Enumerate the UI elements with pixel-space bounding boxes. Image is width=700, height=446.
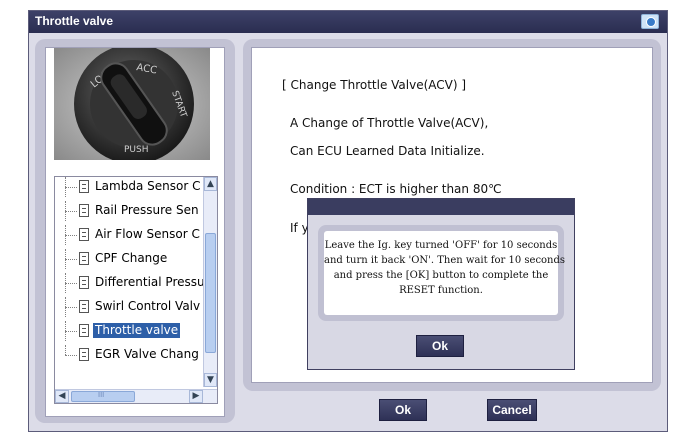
tree-item[interactable]: Rail Pressure Sen xyxy=(55,201,215,221)
document-icon xyxy=(79,324,89,337)
throttle-valve-window: Throttle valve ACC START PUSH Lambda Sen… xyxy=(28,10,668,432)
tree-connector xyxy=(65,211,77,212)
dialog-message-frame: Leave the Ig. key turned 'OFF' for 10 se… xyxy=(318,225,566,321)
tree-item-label: Lambda Sensor C xyxy=(95,179,201,193)
procedure-tree[interactable]: Lambda Sensor C Rail Pressure Sen Air Fl… xyxy=(54,176,218,404)
dialog-ok-button[interactable]: Ok xyxy=(416,335,464,357)
document-icon xyxy=(79,204,89,217)
document-icon xyxy=(79,252,89,265)
content-line-2: Can ECU Learned Data Initialize. xyxy=(290,144,485,158)
tree-item-label: Rail Pressure Sen xyxy=(95,203,199,217)
window-title: Throttle valve xyxy=(35,14,114,28)
horizontal-scroll-thumb[interactable]: III xyxy=(71,391,135,402)
dialog-message-line: RESET function. xyxy=(399,285,483,296)
tree-connector xyxy=(65,259,77,260)
tree-item-throttle-valve[interactable]: Throttle valve xyxy=(55,321,215,341)
scroll-left-arrow-icon[interactable]: ◀ xyxy=(55,390,69,403)
vertical-scrollbar[interactable]: ▲ ▼ xyxy=(203,177,217,387)
tree-item-label: Differential Pressu xyxy=(95,275,205,289)
dialog-message-line: and turn it back 'ON'. Then wait for 10 … xyxy=(324,255,566,266)
content-line-1: A Change of Throttle Valve(ACV), xyxy=(290,116,489,130)
dialog-message-line: Leave the Ig. key turned 'OFF' for 10 se… xyxy=(324,240,558,251)
ignition-key-image: LOCK ACC START PUSH xyxy=(54,48,210,160)
content-partial-line: If y xyxy=(290,221,309,235)
scroll-down-arrow-icon[interactable]: ▼ xyxy=(204,373,217,387)
dialog-title-bar xyxy=(308,199,574,215)
tree-connector xyxy=(65,235,77,236)
document-icon xyxy=(79,180,89,193)
tree-item-label: Air Flow Sensor C xyxy=(95,227,200,241)
tree-item[interactable]: Differential Pressu xyxy=(55,273,215,293)
document-icon xyxy=(79,300,89,313)
tree-item[interactable]: EGR Valve Chang xyxy=(55,345,215,365)
tree-connector xyxy=(65,331,77,332)
title-bar: Throttle valve xyxy=(29,11,667,33)
left-panel-inner: LOCK ACC START PUSH Lambda xyxy=(45,47,225,417)
ok-button[interactable]: Ok xyxy=(379,399,427,421)
horizontal-scrollbar[interactable]: ◀ III ▶ xyxy=(55,389,217,403)
right-panel: [ Change Throttle Valve(ACV) ] A Change … xyxy=(243,39,661,391)
tree-item-label: EGR Valve Chang xyxy=(95,347,199,361)
ignition-key-svg: LOCK ACC START PUSH xyxy=(54,48,210,160)
document-icon xyxy=(79,276,89,289)
content-area: [ Change Throttle Valve(ACV) ] A Change … xyxy=(251,47,653,383)
scroll-grip: III xyxy=(98,391,105,399)
tree-connector xyxy=(65,283,77,284)
tree-item[interactable]: Air Flow Sensor C xyxy=(55,225,215,245)
dialog-message: Leave the Ig. key turned 'OFF' for 10 se… xyxy=(324,231,566,315)
reset-message-dialog: Leave the Ig. key turned 'OFF' for 10 se… xyxy=(307,198,575,370)
tree-item[interactable]: Swirl Control Valv xyxy=(55,297,215,317)
vertical-scroll-thumb[interactable] xyxy=(205,233,216,353)
content-condition: Condition : ECT is higher than 80℃ xyxy=(290,182,502,196)
scroll-up-arrow-icon[interactable]: ▲ xyxy=(204,177,217,191)
tree-item[interactable]: CPF Change xyxy=(55,249,215,269)
tree-connector xyxy=(65,187,77,188)
tree-item[interactable]: Lambda Sensor C xyxy=(55,177,215,197)
document-icon xyxy=(79,228,89,241)
tree-item-label: CPF Change xyxy=(95,251,168,265)
dialog-message-line: and press the [OK] button to complete th… xyxy=(333,270,549,281)
scroll-right-arrow-icon[interactable]: ▶ xyxy=(189,390,203,403)
tree-item-label: Throttle valve xyxy=(93,323,181,338)
document-icon xyxy=(79,348,89,361)
tree-connector xyxy=(65,345,66,355)
tree-item-label: Swirl Control Valv xyxy=(95,299,201,313)
content-heading: [ Change Throttle Valve(ACV) ] xyxy=(282,78,467,92)
tree-connector xyxy=(65,355,77,356)
tree-connector xyxy=(65,307,77,308)
left-panel: LOCK ACC START PUSH Lambda xyxy=(35,39,235,423)
cancel-button[interactable]: Cancel xyxy=(487,399,537,421)
key-label-push: PUSH xyxy=(124,145,149,155)
camera-icon[interactable] xyxy=(641,14,659,29)
